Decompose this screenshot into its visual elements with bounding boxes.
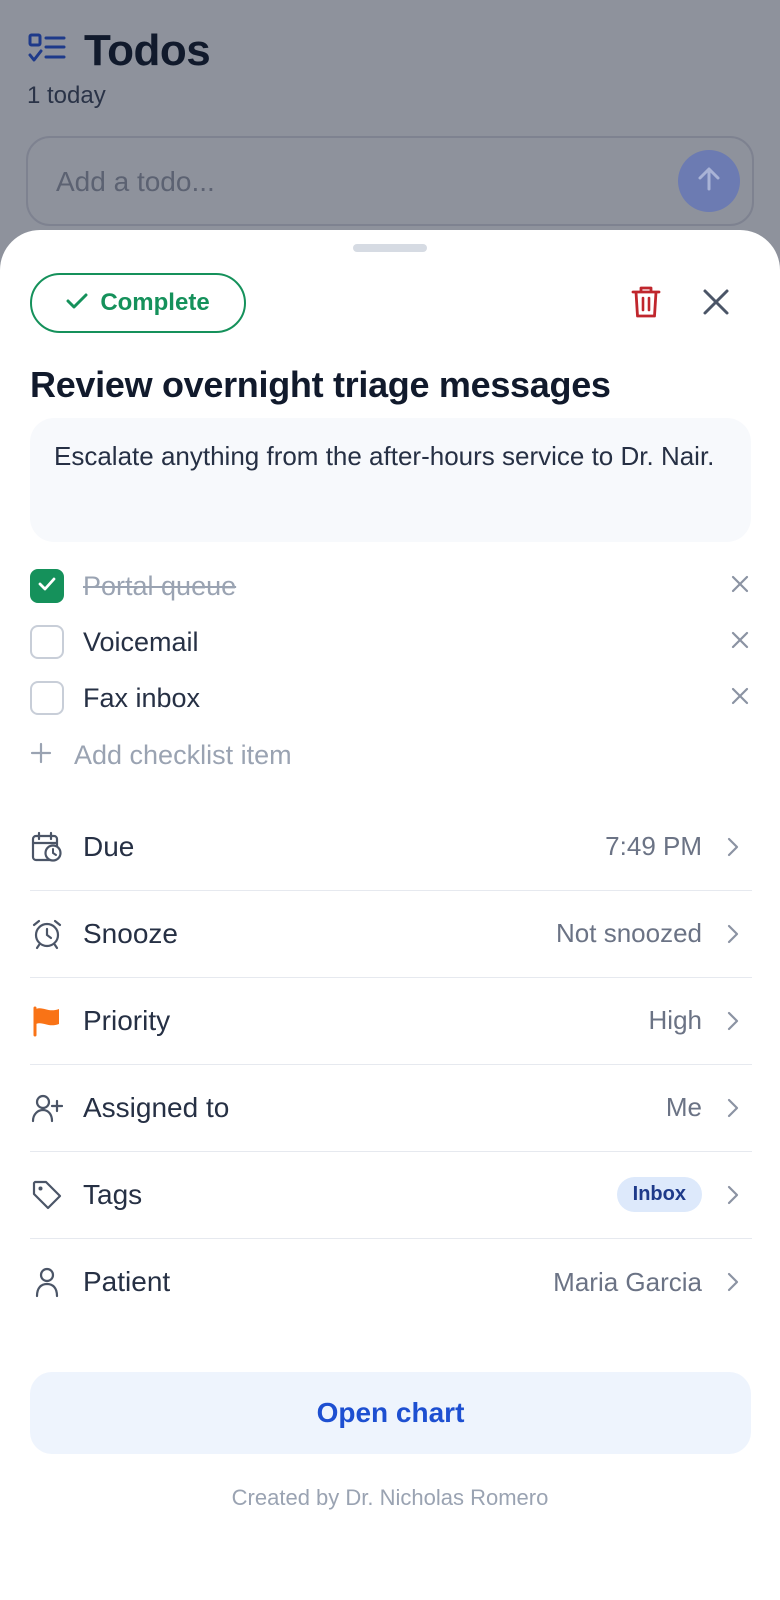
send-button[interactable] <box>678 150 740 212</box>
todo-description[interactable]: Escalate anything from the after-hours s… <box>30 418 751 542</box>
delete-button[interactable] <box>626 284 666 324</box>
add-checklist-item-label: Add checklist item <box>74 740 292 770</box>
checklist-icon <box>28 33 66 70</box>
tag-badge: Inbox <box>616 1177 702 1212</box>
complete-button[interactable]: Complete <box>30 273 246 333</box>
checklist-label[interactable]: Voicemail <box>83 627 199 658</box>
patient-label: Patient <box>83 1266 171 1297</box>
tags-label: Tags <box>83 1178 143 1210</box>
patient-value: Maria Garcia <box>553 1266 702 1297</box>
page-header: Todos <box>28 26 211 76</box>
todo-title[interactable]: Review overnight triage messages <box>30 364 611 406</box>
created-by-text: Created by Dr. Nicholas Romero <box>231 1485 549 1510</box>
remove-checklist-item-button[interactable] <box>728 630 752 654</box>
add-todo-input[interactable]: Add a todo... <box>26 136 754 226</box>
checklist-item: Portal queue <box>30 564 752 608</box>
due-label: Due <box>83 830 135 862</box>
priority-label: Priority <box>83 1004 171 1036</box>
today-count: 1 today <box>27 82 106 109</box>
checkmark-icon <box>66 289 100 317</box>
calendar-clock-icon <box>30 830 64 864</box>
checklist-item: Fax inbox <box>30 676 752 720</box>
close-icon <box>702 288 730 321</box>
alarm-clock-icon <box>30 917 64 951</box>
chevron-right-icon <box>724 836 742 858</box>
chevron-right-icon <box>724 1271 742 1293</box>
plus-icon <box>30 742 52 769</box>
due-row[interactable]: Due 7:49 PM <box>30 803 752 891</box>
snooze-value: Not snoozed <box>556 918 702 948</box>
chevron-right-icon <box>724 1097 742 1119</box>
patient-row[interactable]: Patient Maria Garcia <box>30 1238 752 1326</box>
check-icon <box>38 577 56 596</box>
user-plus-icon <box>30 1091 64 1125</box>
chevron-right-icon <box>724 1184 742 1206</box>
snooze-label: Snooze <box>83 917 178 949</box>
assigned-row[interactable]: Assigned to Me <box>30 1064 752 1152</box>
close-icon <box>731 575 749 598</box>
assigned-label: Assigned to <box>83 1091 230 1123</box>
close-icon <box>731 631 749 654</box>
close-button[interactable] <box>696 284 736 324</box>
background-page: Todos 1 today Add a todo... <box>0 0 780 260</box>
checklist-checkbox[interactable] <box>30 569 64 603</box>
remove-checklist-item-button[interactable] <box>728 686 752 710</box>
priority-value: High <box>648 1005 702 1035</box>
remove-checklist-item-button[interactable] <box>728 574 752 598</box>
tag-icon <box>30 1178 64 1212</box>
checklist-checkbox[interactable] <box>30 625 64 659</box>
checklist-label[interactable]: Portal queue <box>83 571 236 602</box>
todo-detail-sheet: Complete Review overnight triage message… <box>0 230 780 1600</box>
priority-row[interactable]: Priority High <box>30 977 752 1065</box>
trash-icon <box>631 285 661 324</box>
checklist-label[interactable]: Fax inbox <box>83 683 200 714</box>
arrow-up-icon <box>695 165 723 198</box>
user-icon <box>30 1265 64 1299</box>
tags-row[interactable]: Tags Inbox <box>30 1151 752 1239</box>
add-todo-placeholder: Add a todo... <box>56 166 215 197</box>
checklist-item: Voicemail <box>30 620 752 664</box>
due-value: 7:49 PM <box>605 831 702 861</box>
checklist-checkbox[interactable] <box>30 681 64 715</box>
close-icon <box>731 687 749 710</box>
flag-icon <box>30 1004 64 1038</box>
sheet-grabber[interactable] <box>353 244 427 252</box>
complete-label: Complete <box>100 289 210 316</box>
assigned-value: Me <box>665 1092 702 1122</box>
add-checklist-item-button[interactable]: Add checklist item <box>30 740 292 771</box>
chevron-right-icon <box>724 1010 742 1032</box>
snooze-row[interactable]: Snooze Not snoozed <box>30 890 752 978</box>
open-chart-button[interactable]: Open chart <box>30 1372 751 1454</box>
page-title: Todos <box>84 26 211 75</box>
chevron-right-icon <box>724 923 742 945</box>
